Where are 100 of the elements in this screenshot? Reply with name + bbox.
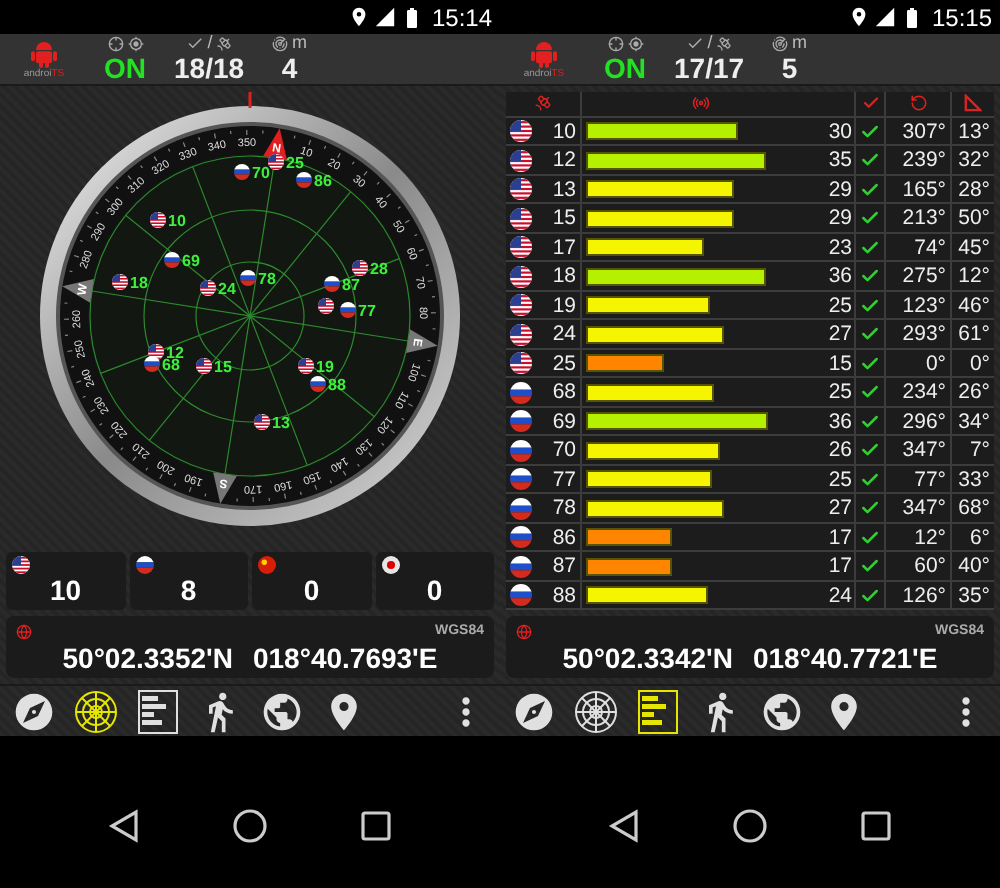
count-value: 10 [47,574,84,606]
elevation-value: 68° [958,496,990,520]
flag-icon [135,556,153,574]
signal-value: 24 [828,583,852,607]
satellite-number: 17 [552,235,576,259]
satellite-label: 13 [272,414,290,432]
elevation-value: 50° [958,206,990,230]
flag-icon [510,381,532,403]
satellite-number: 18 [552,264,576,288]
satellite-label: 87 [342,276,360,294]
azimuth-value: 275° [902,264,946,288]
azimuth-value: 239° [902,148,946,172]
flag-icon [164,252,180,268]
elevation-value: 0° [969,351,990,375]
separator: / [707,34,713,52]
satellite-number: 78 [552,496,576,520]
satellite-label: 68 [162,356,180,374]
flag-icon [510,265,532,287]
satellite-label: 86 [314,172,332,190]
signal-value: 30 [828,119,852,143]
elevation-value: 45° [958,235,990,259]
elevation-value: 7° [969,438,990,462]
flag-icon [510,584,532,606]
satellite-label: 78 [258,270,276,288]
signal-icon [873,6,896,28]
location-icon [347,6,370,28]
longitude: 018°40.7693'E [252,642,438,674]
azimuth-value: 126° [902,583,946,607]
bar-chart-icon[interactable] [636,687,680,735]
azimuth-value: 123° [902,293,946,317]
satellite-number: 13 [552,177,576,201]
satellite-number: 10 [552,119,576,143]
elevation-value: 34° [958,409,990,433]
flag-icon [510,410,532,432]
satellite-label: 19 [316,358,334,376]
flag-icon [510,468,532,490]
signal-value: 15 [828,351,852,375]
satellite-label: 25 [286,154,304,172]
robot-icon [530,38,558,68]
radar-icon[interactable] [74,687,118,735]
azimuth-value: 347° [902,496,946,520]
recents-icon[interactable] [858,808,895,844]
elevation-value: 12° [958,264,990,288]
globe-icon [16,623,32,639]
flag-icon [510,555,532,577]
separator: / [207,34,213,52]
flag-icon [510,497,532,519]
flag-icon [381,556,399,574]
accuracy-value: 4 [281,54,298,84]
crosshair-icon [607,35,623,51]
elevation-value: 40° [958,554,990,578]
recents-icon[interactable] [358,808,395,844]
radar-icon[interactable] [574,687,618,735]
count-value: 8 [178,574,199,606]
signal-value: 36 [828,409,852,433]
check-icon [861,94,879,113]
elevation-value: 33° [958,467,990,491]
rotate-icon [909,94,927,113]
satellite-number: 86 [552,525,576,549]
signal-value: 35 [828,148,852,172]
satellite-number: 25 [552,351,576,375]
signal-value: 25 [828,380,852,404]
elevation-value: 13° [958,119,990,143]
satellite-label: 70 [252,164,270,182]
signal-value: 23 [828,235,852,259]
signal-value: 26 [828,438,852,462]
flag-icon [510,323,532,345]
crosshair-icon [107,35,123,51]
flag-icon [510,178,532,200]
azimuth-value: 165° [902,177,946,201]
satellite-icon [716,35,733,51]
flag-icon [510,236,532,258]
azimuth-value: 307° [902,119,946,143]
robot-icon [30,38,58,68]
home-icon[interactable] [731,808,768,844]
azimuth-value: 296° [902,409,946,433]
location-icon [847,6,870,28]
elevation-value: 32° [958,148,990,172]
satellite-number: 70 [552,438,576,462]
clock: 15:14 [431,3,492,31]
azimuth-value: 293° [902,322,946,346]
gps-icon [127,35,143,51]
fix-status: ON [604,54,646,84]
bar-chart-icon[interactable] [136,687,180,735]
satellite-number: 19 [552,293,576,317]
azimuth-value: 12° [914,525,946,549]
elevation-value: 35° [958,583,990,607]
satellite-number: 24 [552,322,576,346]
back-icon[interactable] [605,808,642,844]
back-icon[interactable] [105,808,142,844]
home-icon[interactable] [231,808,268,844]
satellite-number: 77 [552,467,576,491]
satellite-number: 68 [552,380,576,404]
accuracy-value: 5 [781,54,798,84]
signal-icon [373,6,396,28]
flag-icon [510,439,532,461]
count-value: 0 [424,574,445,606]
satellite-label: 28 [370,260,388,278]
flag-icon [510,207,532,229]
flag-icon [240,270,256,286]
